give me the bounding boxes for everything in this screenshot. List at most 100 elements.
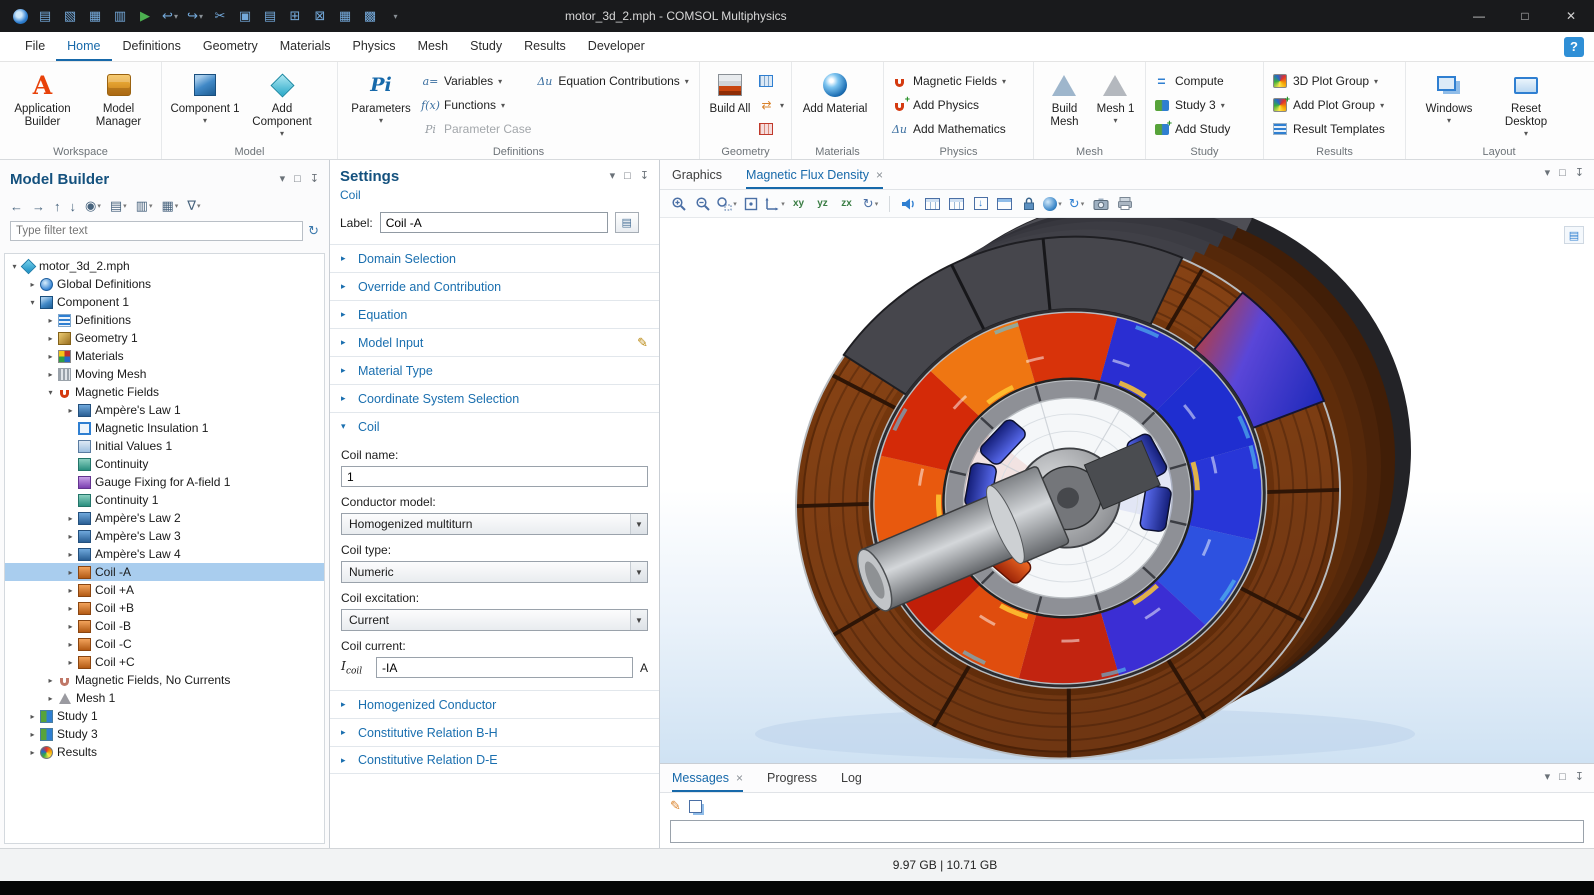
chevron-right-icon[interactable]: ▸ — [27, 730, 38, 739]
tree-item-study-1[interactable]: ▸Study 1 — [5, 707, 324, 725]
view-yz-icon[interactable]: yz — [812, 193, 833, 215]
chevron-down-icon[interactable]: ▾ — [9, 262, 20, 271]
environment-icon[interactable]: ▾ — [1042, 193, 1063, 215]
chevron-right-icon[interactable]: ▸ — [65, 586, 76, 595]
tree-item-continuity[interactable]: Continuity — [5, 455, 324, 473]
print-icon[interactable] — [1114, 193, 1135, 215]
add-plot-group-button[interactable]: + Add Plot Group ▾ — [1271, 96, 1385, 114]
run-icon[interactable]: ▶ — [133, 3, 157, 29]
clear-messages-icon[interactable]: ✎ — [670, 798, 681, 814]
show-options-icon[interactable]: ◉▾ — [85, 198, 101, 214]
menu-file[interactable]: File — [14, 32, 56, 61]
add-mathematics-button[interactable]: Δu Add Mathematics — [891, 120, 1006, 138]
view-xy-icon[interactable]: xy — [788, 193, 809, 215]
coil-excitation-select[interactable]: Current▼ — [341, 609, 648, 631]
lock-icon[interactable] — [1018, 193, 1039, 215]
add-component-button[interactable]: Add Component ▾ — [246, 67, 318, 138]
menu-physics[interactable]: Physics — [341, 32, 406, 61]
magnetic-fields-button[interactable]: Magnetic Fields ▾ — [891, 72, 1006, 90]
menu-mesh[interactable]: Mesh — [407, 32, 460, 61]
grid-icon[interactable]: ▩ — [358, 3, 382, 29]
paste-icon[interactable]: ▤ — [258, 3, 282, 29]
chevron-right-icon[interactable]: ▸ — [65, 640, 76, 649]
section-model-input[interactable]: ▸Model Input✎ — [330, 328, 659, 356]
help-button[interactable]: ? — [1564, 37, 1584, 57]
snapshot-icon[interactable] — [1090, 193, 1111, 215]
section-domain-selection[interactable]: ▸Domain Selection — [330, 244, 659, 272]
pin-panel-icon[interactable]: ↧ — [310, 174, 319, 185]
model-manager-button[interactable]: Model Manager — [83, 67, 154, 129]
panel-menu-icon[interactable]: ▾ — [1545, 772, 1551, 783]
add-material-button[interactable]: Add Material — [799, 67, 871, 116]
tab-magnetic-flux-density[interactable]: Magnetic Flux Density× — [746, 160, 883, 189]
save-as-icon[interactable]: ▥ — [108, 3, 132, 29]
close-icon[interactable]: ✕ — [1548, 0, 1594, 32]
chevron-right-icon[interactable]: ▸ — [65, 604, 76, 613]
section-coordinate-system-selection[interactable]: ▸Coordinate System Selection — [330, 384, 659, 412]
mesh-1-button[interactable]: Mesh 1 ▾ — [1093, 67, 1138, 125]
tree-item-coil-plus-a[interactable]: ▸Coil +A — [5, 581, 324, 599]
section-homogenized-conductor[interactable]: ▸Homogenized Conductor — [330, 690, 659, 718]
menu-geometry[interactable]: Geometry — [192, 32, 269, 61]
menu-results[interactable]: Results — [513, 32, 577, 61]
chevron-right-icon[interactable]: ▸ — [65, 532, 76, 541]
tree-item-coil-plus-b[interactable]: ▸Coil +B — [5, 599, 324, 617]
panel-menu-icon[interactable]: ▾ — [610, 171, 616, 182]
toolbar-more-icon[interactable]: ▾ — [383, 3, 407, 29]
node-order-icon[interactable]: ▥▾ — [136, 198, 153, 214]
float-panel-icon[interactable]: □ — [294, 174, 301, 185]
tree-item-magnetic-insulation-1[interactable]: Magnetic Insulation 1 — [5, 419, 324, 437]
component-1-button[interactable]: Component 1 ▾ — [169, 67, 241, 125]
node-text-icon[interactable]: ▤▾ — [110, 198, 127, 214]
view-zx-icon[interactable]: zx — [836, 193, 857, 215]
undo-icon[interactable]: ↩▾ — [158, 3, 182, 29]
open-file-icon[interactable]: ▧ — [58, 3, 82, 29]
table-icon[interactable]: ▦ — [333, 3, 357, 29]
label-input[interactable] — [380, 212, 608, 233]
insert-sequence-button[interactable] — [758, 72, 784, 90]
float-panel-icon[interactable]: □ — [624, 171, 631, 182]
duplicate-icon[interactable]: ⊞ — [283, 3, 307, 29]
close-tab-icon[interactable]: × — [876, 168, 883, 182]
menu-home[interactable]: Home — [56, 32, 111, 61]
tree-item-gauge-fixing-for-a-field-1[interactable]: Gauge Fixing for A-field 1 — [5, 473, 324, 491]
chevron-right-icon[interactable]: ▸ — [45, 370, 56, 379]
section-override-and-contribution[interactable]: ▸Override and Contribution — [330, 272, 659, 300]
close-tab-icon[interactable]: × — [736, 771, 743, 785]
variables-button[interactable]: a= Variables ▾ — [422, 72, 531, 90]
coil-type-select[interactable]: Numeric▼ — [341, 561, 648, 583]
redo-icon[interactable]: ↪▾ — [183, 3, 207, 29]
save-icon[interactable]: ▦ — [83, 3, 107, 29]
update-plot-icon[interactable]: ↻▾ — [1066, 193, 1087, 215]
show-legends-icon[interactable] — [946, 193, 967, 215]
tree-item-magnetic-fields[interactable]: ▾Magnetic Fields — [5, 383, 324, 401]
study-3-button[interactable]: Study 3 ▾ — [1153, 96, 1230, 114]
tree-item-coil-plus-c[interactable]: ▸Coil +C — [5, 653, 324, 671]
parameter-case-button[interactable]: Pi Parameter Case — [422, 120, 531, 138]
tree-item-mesh-1[interactable]: ▸Mesh 1 — [5, 689, 324, 707]
zoom-out-icon[interactable] — [692, 193, 713, 215]
filter-icon[interactable]: ∇▾ — [187, 198, 200, 214]
3d-plot-group-button[interactable]: 3D Plot Group ▾ — [1271, 72, 1385, 90]
label-id-button[interactable]: ▤ — [615, 212, 639, 233]
menu-study[interactable]: Study — [459, 32, 513, 61]
functions-button[interactable]: f(x) Functions ▾ — [422, 96, 531, 114]
tree-item-amperes-law-3[interactable]: ▸Ampère's Law 3 — [5, 527, 324, 545]
coil-current-input[interactable] — [376, 657, 633, 678]
show-grid-icon[interactable] — [922, 193, 943, 215]
minimize-icon[interactable]: — — [1456, 0, 1502, 32]
parameters-button[interactable]: Pi Parameters ▾ — [345, 67, 417, 125]
section-coil[interactable]: ▾Coil — [330, 412, 659, 440]
pin-panel-icon[interactable]: ↧ — [640, 171, 649, 182]
zoom-box-icon[interactable]: ▾ — [716, 193, 737, 215]
tree-filter-input[interactable] — [10, 221, 303, 241]
result-templates-button[interactable]: Result Templates — [1271, 120, 1385, 138]
copy-messages-icon[interactable] — [689, 800, 702, 813]
chevron-down-icon[interactable]: ▾ — [27, 298, 38, 307]
chevron-right-icon[interactable]: ▸ — [65, 658, 76, 667]
chevron-right-icon[interactable]: ▸ — [65, 568, 76, 577]
motor-3d-visualization[interactable] — [660, 218, 1594, 763]
chevron-right-icon[interactable]: ▸ — [65, 514, 76, 523]
messages-input[interactable] — [670, 820, 1584, 843]
move-up-icon[interactable]: ↑ — [54, 199, 61, 214]
